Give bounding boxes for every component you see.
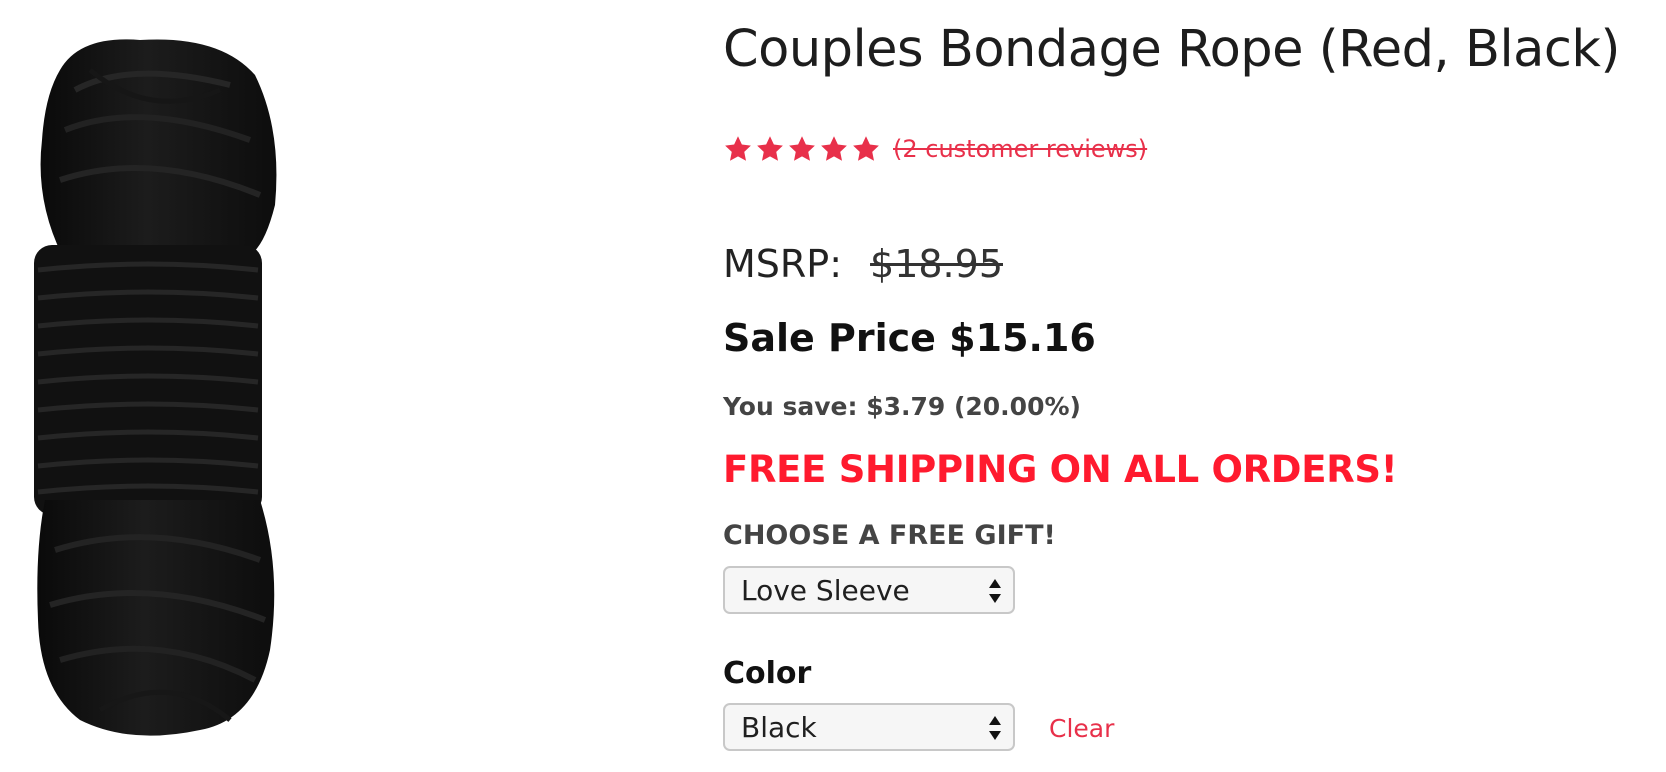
star-icon [757, 136, 783, 161]
product-rating: (2 customer reviews) [723, 134, 1147, 164]
color-label: Color [723, 656, 812, 691]
free-gift-select[interactable]: Love Sleeve [723, 566, 1015, 614]
savings-text: You save: $3.79 (20.00%) [723, 392, 1081, 421]
clear-selection-link[interactable]: Clear [1049, 714, 1114, 743]
free-gift-selected-value: Love Sleeve [741, 573, 910, 607]
free-shipping-banner: FREE SHIPPING ON ALL ORDERS! [723, 448, 1398, 491]
color-selected-value: Black [741, 710, 817, 744]
select-arrows-icon [989, 579, 1001, 603]
star-rating [723, 134, 881, 164]
rope-coil-image [34, 39, 277, 736]
free-gift-label: CHOOSE A FREE GIFT! [723, 520, 1056, 551]
star-icon [789, 136, 815, 161]
star-icon [853, 136, 879, 161]
customer-reviews-link[interactable]: (2 customer reviews) [893, 135, 1147, 163]
msrp-label: MSRP: [723, 242, 843, 286]
select-arrows-icon [989, 716, 1001, 740]
msrp-price: $18.95 [870, 242, 1003, 286]
color-select[interactable]: Black [723, 703, 1015, 751]
product-title: Couples Bondage Rope (Red, Black) [723, 20, 1620, 79]
product-image[interactable] [20, 30, 290, 750]
sale-price: Sale Price $15.16 [723, 316, 1096, 360]
star-icon [725, 136, 751, 161]
msrp-row: MSRP: $18.95 [723, 242, 1003, 286]
star-icon [821, 136, 847, 161]
